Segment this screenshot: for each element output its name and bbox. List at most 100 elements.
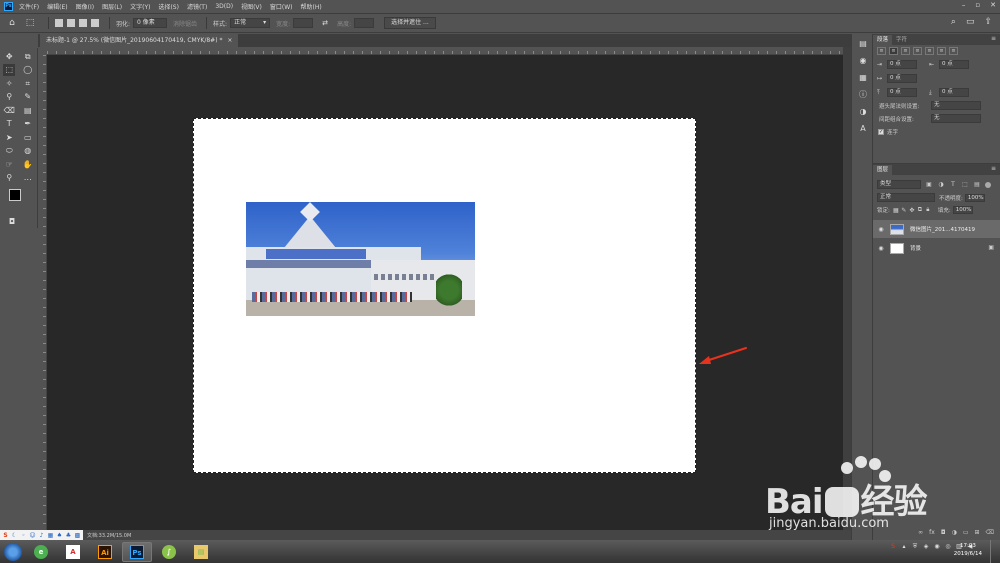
justify-all-icon[interactable]: ≡ [949, 47, 958, 55]
grid-icon[interactable]: ▩ [74, 532, 81, 539]
ime-toolbar[interactable]: S ☾ ◦ ☺ ♪ ▦ ♠ ♣ ▩ [0, 530, 83, 540]
style-select[interactable]: 正常 ▾ [230, 18, 271, 28]
new-layer-icon[interactable]: ⊞ [974, 529, 979, 536]
space-after-input[interactable]: 0 点 [939, 88, 969, 97]
home-icon[interactable]: ⌂ [6, 17, 18, 29]
pen-tool-icon[interactable]: ✒ [22, 118, 34, 130]
foreground-color[interactable] [9, 189, 21, 201]
filter-pixel-icon[interactable]: ▣ [925, 181, 933, 188]
taskbar-app-pdf[interactable]: A [58, 542, 88, 562]
zoom-tool-icon[interactable]: ⚲ [3, 172, 15, 184]
filter-shape-icon[interactable]: ⬚ [961, 181, 969, 188]
start-button[interactable] [4, 542, 22, 561]
shirt-icon[interactable]: ♣ [65, 532, 72, 539]
rect-marquee-tool-icon[interactable]: ⬚ [3, 64, 16, 77]
eraser-tool-icon[interactable]: ⌫ [3, 105, 15, 117]
lasso-tool-icon[interactable]: ◯ [22, 64, 34, 76]
swap-icon[interactable]: ⇄ [319, 17, 331, 29]
canvas-area[interactable] [47, 55, 843, 530]
workspace-icon[interactable]: ▭ [966, 17, 975, 27]
indent-first-line-input[interactable]: 0 点 [887, 74, 917, 83]
mic-icon[interactable]: ♪ [38, 532, 45, 539]
rectangle-tool-icon[interactable]: ▭ [22, 132, 34, 144]
indent-right-input[interactable]: 0 点 [939, 60, 969, 69]
taskbar-app-photoshop[interactable]: Ps [122, 541, 152, 562]
layer-row-background[interactable]: ◉ 背景 ▣ [873, 239, 1000, 257]
indent-left-input[interactable]: 0 点 [887, 60, 917, 69]
space-before-input[interactable]: 0 点 [887, 88, 917, 97]
maximize-icon[interactable]: ▫ [975, 1, 980, 9]
new-selection-icon[interactable] [55, 19, 63, 27]
close-tab-icon[interactable]: × [227, 37, 232, 44]
filter-adjust-icon[interactable]: ◑ [937, 181, 945, 188]
share-icon[interactable]: ⇪ [984, 17, 992, 27]
blend-mode-select[interactable]: 正常 [877, 193, 935, 202]
skin-icon[interactable]: ♠ [56, 532, 63, 539]
taskbar-app-360[interactable]: e [26, 542, 56, 562]
mojikumi-select[interactable]: 无 [931, 114, 981, 123]
filter-smart-icon[interactable]: ▤ [973, 181, 981, 188]
blur-tool-icon[interactable]: ⬭ [3, 145, 15, 157]
swatches-icon[interactable]: ▦ [852, 71, 874, 85]
menu-file[interactable]: 文件(F) [19, 2, 39, 11]
document-tab[interactable]: 未标题-1 @ 27.5% (微信图片_20190604170419, CMYK… [40, 34, 239, 47]
character-icon[interactable]: A [852, 122, 874, 136]
more-tools-icon[interactable]: … [22, 172, 34, 184]
brush-tool-icon[interactable]: ✎ [22, 91, 34, 103]
taskbar-app-explorer[interactable]: ▤ [186, 542, 216, 562]
path-select-tool-icon[interactable]: ➤ [3, 132, 15, 144]
justify-last-center-icon[interactable]: ≡ [925, 47, 934, 55]
antialias-checkbox[interactable]: 消除锯齿 [173, 19, 197, 28]
quick-mask-icon[interactable]: ◘ [6, 216, 18, 228]
history-icon[interactable]: ▤ [852, 37, 874, 51]
color-swatches[interactable] [9, 189, 33, 213]
gradient-tool-icon[interactable]: ▤ [22, 105, 34, 117]
sogou-tray-icon[interactable]: S [889, 543, 897, 551]
smudge-tool-icon[interactable]: ☞ [3, 159, 15, 171]
move-tool-icon[interactable]: ✥ [3, 51, 15, 63]
menu-image[interactable]: 图像(I) [76, 2, 94, 11]
document-canvas[interactable] [193, 118, 696, 473]
info-icon[interactable]: ⓘ [852, 88, 874, 102]
add-selection-icon[interactable] [67, 19, 75, 27]
lock-all-icon[interactable]: 🔒︎ [924, 206, 932, 214]
hand-tool-icon[interactable]: ✋ [22, 159, 34, 171]
menu-window[interactable]: 窗口(W) [270, 2, 293, 11]
placed-photo[interactable] [246, 202, 475, 316]
menu-view[interactable]: 视图(V) [241, 2, 262, 11]
search-icon[interactable]: ⌕ [951, 17, 956, 27]
tab-layers[interactable]: 图层 [873, 165, 893, 175]
hyphenate-checkbox[interactable]: ✓ [878, 129, 884, 135]
height-input[interactable] [354, 18, 375, 28]
sogou-s-icon[interactable]: S [2, 532, 9, 539]
align-center-icon[interactable]: ≡ [889, 47, 898, 55]
feather-input[interactable]: 0 像素 [133, 18, 168, 28]
lock-transparent-icon[interactable]: ▦ [892, 207, 900, 214]
align-left-icon[interactable]: ≡ [877, 47, 886, 55]
type-tool-icon[interactable]: T [3, 118, 15, 130]
justify-last-left-icon[interactable]: ≡ [913, 47, 922, 55]
menu-3d[interactable]: 3D(D) [215, 3, 233, 10]
menu-help[interactable]: 帮助(H) [301, 2, 322, 11]
group-icon[interactable]: ▭ [963, 529, 969, 536]
punctuation-icon[interactable]: ◦ [20, 532, 27, 539]
lock-artboard-icon[interactable]: ⧉ [916, 206, 924, 214]
lock-position-icon[interactable]: ✥ [908, 207, 916, 214]
taskbar-clock[interactable]: 17:03 2019/6/14 [954, 542, 982, 558]
adjustments-icon[interactable]: ◑ [852, 105, 874, 119]
keyboard-icon[interactable]: ▦ [47, 532, 54, 539]
marquee-preset-icon[interactable]: ⬚ [24, 17, 36, 29]
panel-menu-icon[interactable]: ≡ [991, 35, 996, 42]
crop-tool-icon[interactable]: ⌗ [22, 78, 34, 90]
menu-select[interactable]: 选择(S) [158, 2, 179, 11]
justify-last-right-icon[interactable]: ≡ [937, 47, 946, 55]
trash-icon[interactable]: ⌫ [986, 529, 994, 536]
filter-toggle[interactable] [985, 181, 991, 188]
color-icon[interactable]: ◉ [852, 54, 874, 68]
shield-icon[interactable]: ◈ [922, 543, 930, 551]
minimize-icon[interactable]: – [962, 1, 966, 9]
taskbar-app-green[interactable]: ∫ [154, 542, 184, 562]
dodge-tool-icon[interactable]: ◍ [22, 145, 34, 157]
wechat-icon[interactable]: ◎ [944, 543, 952, 551]
chat-icon[interactable]: ◉ [933, 543, 941, 551]
